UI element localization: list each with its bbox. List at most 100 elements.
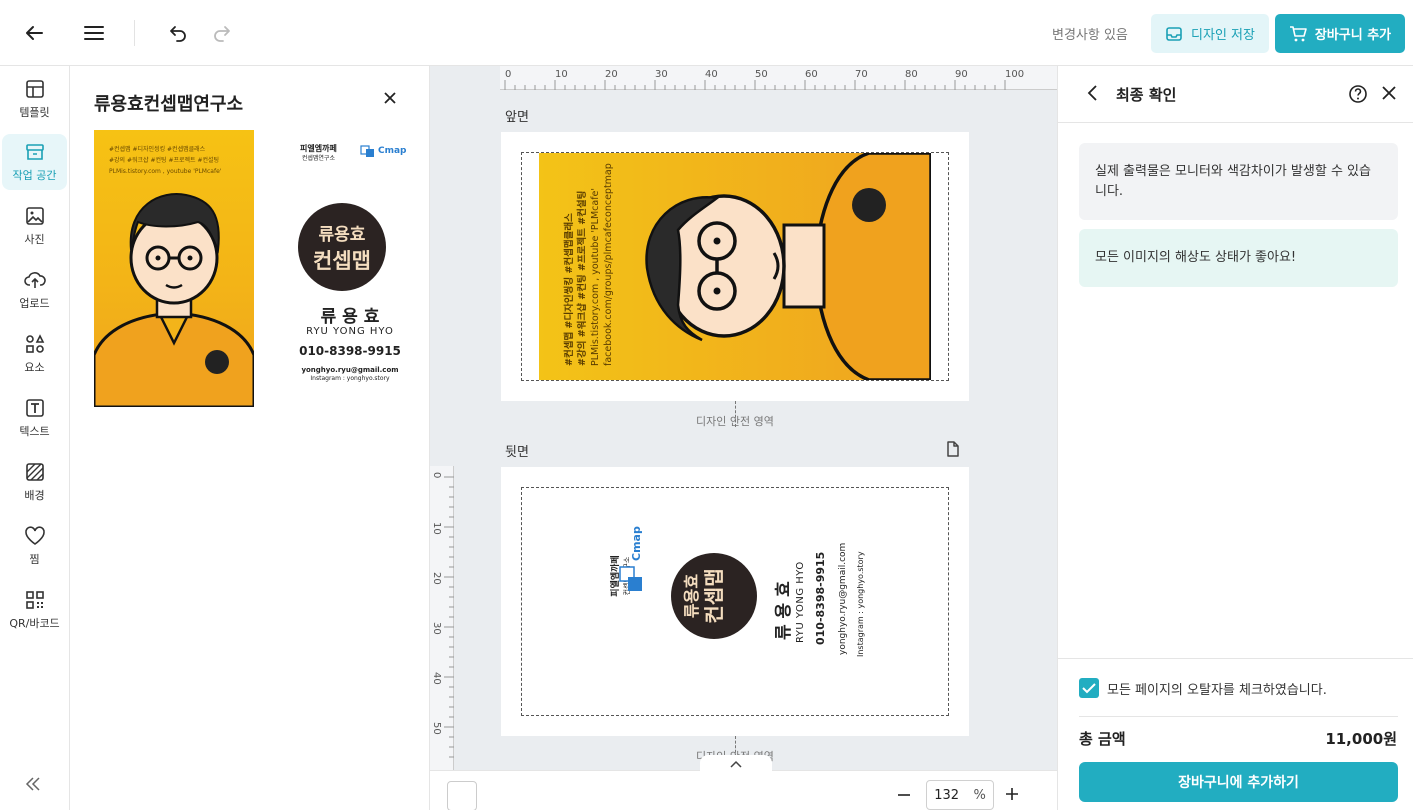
ruler-top-label: 80 — [905, 69, 918, 80]
undo-icon[interactable] — [162, 17, 194, 49]
add-to-cart-button[interactable]: 장바구니 추가 — [1275, 14, 1405, 53]
thumb-logo-line2: 컨셉맵 — [313, 248, 371, 273]
rail-item-workspace[interactable]: 작업 공간 — [2, 134, 67, 190]
rail-item-photo[interactable]: 사진 — [2, 198, 67, 254]
help-icon[interactable] — [1348, 84, 1368, 108]
rail-label-elements: 요소 — [24, 360, 45, 374]
rail-item-template[interactable]: 템플릿 — [2, 71, 67, 127]
typo-checkbox[interactable] — [1079, 678, 1099, 698]
text-icon — [25, 398, 44, 417]
rail-item-upload[interactable]: 업로드 — [2, 262, 67, 318]
thumb-email: yonghyo.ryu@gmail.com — [301, 366, 399, 374]
back-phone: 010-8398-9915 — [814, 551, 827, 645]
back-arrow-icon[interactable] — [18, 17, 50, 49]
zoom-unit: % — [973, 787, 986, 803]
page-toggle-icon[interactable] — [700, 755, 772, 773]
heart-icon — [24, 525, 45, 545]
back-logo-circle: 류용효 컨셉맵 — [671, 553, 757, 639]
thumb-logo-circle: 류용효 컨셉맵 — [298, 203, 386, 291]
total-value: 11,000원 — [1325, 730, 1397, 748]
front-card-image[interactable]: #컨셉맵 #디자인씽킹 #컨셉맵클래스 #강의 #워크샵 #컨팅 #프로젝트 #… — [539, 153, 931, 380]
back-chevron-icon[interactable] — [1086, 84, 1100, 106]
character-illustration — [94, 193, 254, 407]
redo-icon[interactable] — [206, 17, 238, 49]
panel-header: 최종 확인 — [1058, 66, 1413, 123]
zoom-input[interactable]: 132 % — [926, 780, 994, 810]
thumb-org-sub: 컨셉맵연구소 — [301, 155, 335, 162]
background-color-swatch[interactable] — [447, 781, 477, 810]
back-card[interactable]: 피엘엠까페 컨셉맵연구소 Cmap 류용효 컨셉맵 류 용 효 RYU YONG… — [501, 467, 969, 736]
front-card[interactable]: #컨셉맵 #디자인씽킹 #컨셉맵클래스 #강의 #워크샵 #컨팅 #프로젝트 #… — [501, 132, 969, 401]
rail-item-background[interactable]: 배경 — [2, 454, 67, 510]
back-cmap-logo: Cmap — [618, 526, 646, 601]
rail-item-elements[interactable]: 요소 — [2, 326, 67, 382]
collapse-chevrons-icon[interactable] — [24, 776, 42, 796]
menu-icon[interactable] — [78, 17, 110, 49]
zoom-value: 132 — [934, 787, 960, 803]
zoom-out-icon[interactable] — [896, 787, 912, 807]
back-name: 류 용 효 — [774, 581, 794, 640]
front-label: 앞면 — [505, 110, 529, 125]
back-logo-line1: 류용효 — [682, 573, 701, 619]
total-label: 총 금액 — [1079, 730, 1126, 748]
template-icon — [25, 79, 44, 98]
thumb-name-en: RYU YONG HYO — [306, 326, 394, 337]
zoom-in-icon[interactable] — [1004, 786, 1020, 806]
cmap-logo-icon — [619, 566, 642, 591]
add-to-cart-label: 장바구니 추가 — [1314, 28, 1392, 43]
ruler-top-label: 50 — [755, 69, 768, 80]
rail-label-workspace: 작업 공간 — [12, 168, 57, 182]
upload-icon — [23, 271, 46, 288]
back-label: 뒷면 — [505, 445, 529, 460]
ruler-top-label: 20 — [605, 69, 618, 80]
canvas-bottom-bar: 132 % — [430, 755, 1057, 810]
thumb-phone: 010-8398-9915 — [299, 344, 401, 358]
rail-item-text[interactable]: 텍스트 — [2, 390, 67, 446]
ruler-left-ticks — [444, 476, 454, 758]
front-text-line: #강의 #워크샵 #컨팅 #프로젝트 #컨설팅 — [577, 190, 588, 366]
front-thumbnail[interactable]: #컨셉맵 #디자인씽킹 #컨셉맵클래스 #강의 #워크샵 #컨팅 #프로젝트 #… — [94, 130, 254, 407]
back-card-content: 피엘엠까페 컨셉맵연구소 Cmap 류용효 컨셉맵 류 용 효 RYU YONG… — [611, 526, 866, 661]
close-icon[interactable] — [1381, 85, 1397, 105]
front-text-line: PLMis.tistory.com , youtube 'PLMcafe' — [590, 188, 601, 366]
back-logo-line2: 컨셉맵 — [702, 568, 726, 624]
front-text-line: #컨셉맵 #디자인씽킹 #컨셉맵클래스 — [564, 213, 575, 366]
back-thumbnail[interactable]: 피엘엠까페 컨셉맵연구소 Cmap 류용효 컨셉맵 류 용 효 RYU YONG… — [280, 130, 420, 407]
typo-check-row[interactable]: 모든 페이지의 오탈자를 체크하였습니다. — [1079, 678, 1327, 698]
elements-icon — [25, 333, 44, 353]
thumb-logo-line1: 류용효 — [318, 224, 366, 245]
ruler-top-label: 70 — [855, 69, 868, 80]
ruler-left: 0 10 20 30 40 50 — [430, 466, 454, 810]
ruler-top-label: 60 — [805, 69, 818, 80]
ruler-left-label: 20 — [431, 572, 442, 585]
add-to-cart-submit-button[interactable]: 장바구니에 추가하기 — [1079, 762, 1398, 802]
thumb-cmap-label: Cmap — [378, 146, 407, 156]
save-design-button[interactable]: 디자인 저장 — [1151, 14, 1269, 53]
front-card-text: #컨셉맵 #디자인씽킹 #컨셉맵클래스 #강의 #워크샵 #컨팅 #프로젝트 #… — [563, 163, 615, 366]
rail-item-favorites[interactable]: 찜 — [2, 518, 67, 574]
close-icon[interactable] — [382, 90, 398, 110]
resolution-notice: 모든 이미지의 해상도 상태가 좋아요! — [1079, 229, 1398, 287]
cmap-logo-icon — [360, 145, 374, 157]
ruler-top-label: 30 — [655, 69, 668, 80]
ruler-top-label: 40 — [705, 69, 718, 80]
ruler-top-label: 90 — [955, 69, 968, 80]
workspace-icon — [25, 143, 44, 160]
check-icon — [1082, 683, 1096, 694]
cart-icon — [1289, 25, 1307, 41]
design-canvas[interactable]: 0 10 20 30 40 50 60 70 80 90 100 0 10 20… — [430, 66, 1057, 810]
thumb-instagram: Instagram : yonghyo.story — [310, 375, 390, 382]
panel-title: 최종 확인 — [1116, 86, 1177, 104]
rail-item-qr[interactable]: QR/바코드 — [2, 582, 67, 638]
page-area: 앞면 #컨셉맵 #디자인씽킹 #컨셉맵클래스 #강의 #워크샵 #컨팅 #프로젝… — [455, 91, 1057, 810]
divider — [1079, 716, 1398, 717]
page-icon[interactable] — [946, 441, 960, 461]
back-logo-text: 류용효 컨셉맵 — [681, 563, 726, 629]
thumb-org-name: 피엘엠까페 — [300, 144, 337, 153]
panel-title: 류용효컨셉맵연구소 — [94, 94, 244, 115]
ruler-top-label: 10 — [555, 69, 568, 80]
thumb-name: 류 용 효 — [320, 307, 380, 327]
ruler-top: 0 10 20 30 40 50 60 70 80 90 100 — [500, 66, 1057, 90]
workspace-panel: 류용효컨셉맵연구소 #컨셉맵 #디자인씽킹 #컨셉맵클래스 #강의 #워크샵 #… — [70, 66, 430, 810]
color-notice: 실제 출력물은 모니터와 색감차이가 발생할 수 있습니다. — [1079, 143, 1398, 220]
